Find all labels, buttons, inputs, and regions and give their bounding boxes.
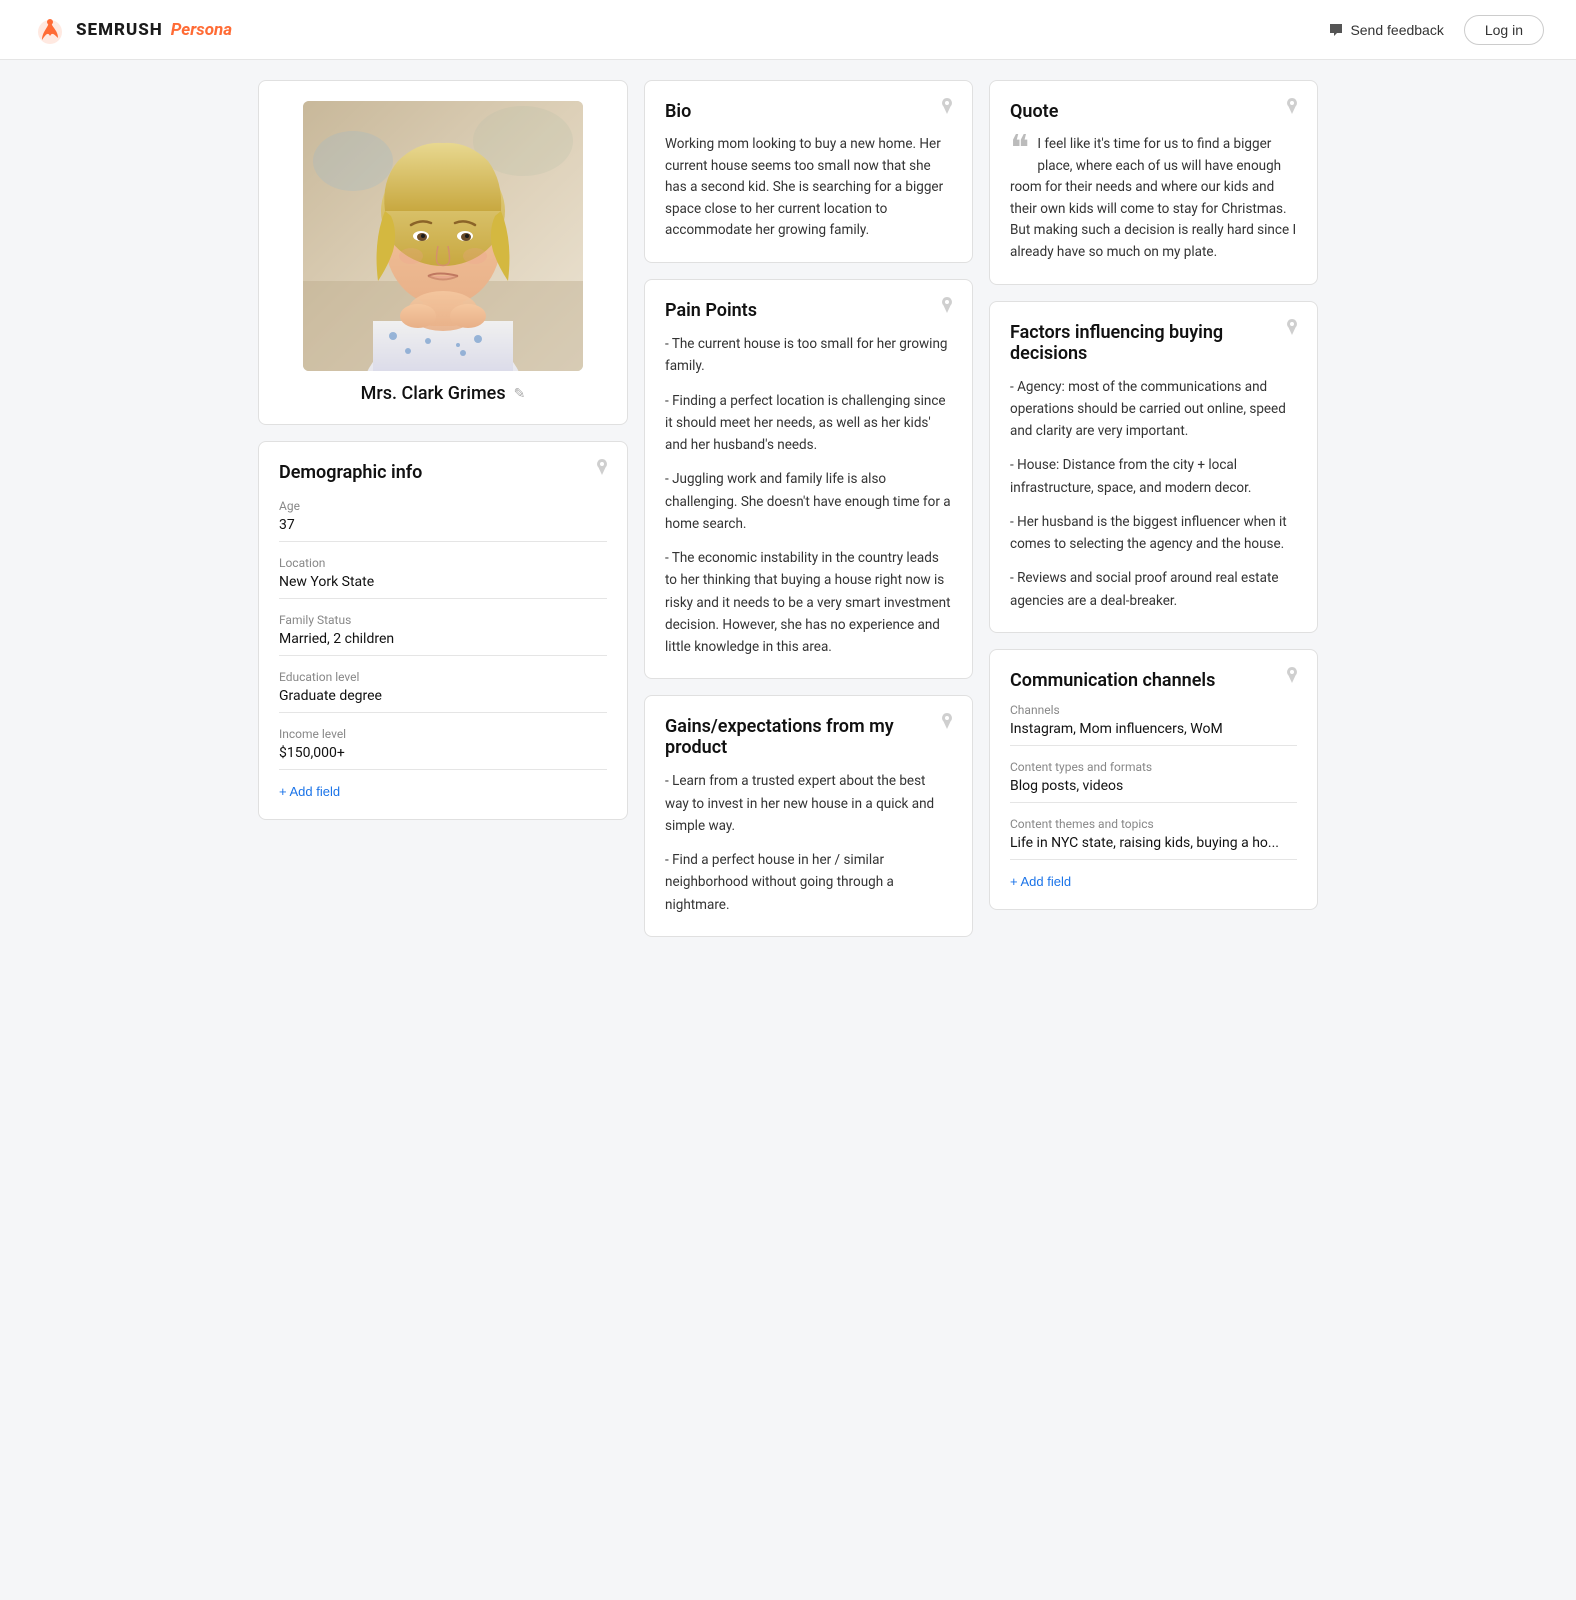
education-label: Education level [279,670,607,684]
factor-1: - Agency: most of the communications and… [1010,376,1297,443]
middle-column: Bio Working mom looking to buy a new hom… [644,80,973,937]
location-label: Location [279,556,607,570]
age-value: 37 [279,517,607,542]
demographic-field-family: Family Status Married, 2 children [279,613,607,656]
family-value: Married, 2 children [279,631,607,656]
channel-field-channels: Channels Instagram, Mom influencers, WoM [1010,703,1297,746]
income-value: $150,000+ [279,745,607,770]
pain-points-text: - The current house is too small for her… [665,333,952,658]
add-field-label: + Add field [279,784,340,799]
factor-3: - Her husband is the biggest influencer … [1010,511,1297,556]
channels-title: Communication channels [1010,670,1297,691]
profile-card: Mrs. Clark Grimes ✎ [258,80,628,425]
channels-add-field-label: + Add field [1010,874,1071,889]
content-themes-label: Content themes and topics [1010,817,1297,831]
chat-icon [1328,22,1344,38]
profile-name-row: Mrs. Clark Grimes ✎ [279,383,607,404]
channel-field-content-types: Content types and formats Blog posts, vi… [1010,760,1297,803]
pain-point-4: - The economic instability in the countr… [665,547,952,658]
send-feedback-button[interactable]: Send feedback [1328,22,1443,38]
quote-mark: ❝ [1010,130,1029,166]
edit-icon[interactable]: ✎ [514,386,526,402]
gain-2: - Find a perfect house in her / similar … [665,849,952,916]
bio-card: Bio Working mom looking to buy a new hom… [644,80,973,263]
bio-pin-icon [938,97,956,115]
demographic-field-location: Location New York State [279,556,607,599]
gains-text: - Learn from a trusted expert about the … [665,770,952,916]
pin-icon [593,458,611,476]
right-column: Quote ❝ I feel like it's time for us to … [989,80,1318,937]
login-button[interactable]: Log in [1464,15,1544,45]
quote-pin-icon [1283,97,1301,115]
factors-card: Factors influencing buying decisions - A… [989,301,1318,633]
header-right: Send feedback Log in [1328,15,1544,45]
demographic-field-education: Education level Graduate degree [279,670,607,713]
logo-brand-text: SEMRUSH [76,20,163,40]
header: SEMRUSH Persona Send feedback Log in [0,0,1576,60]
left-column: Mrs. Clark Grimes ✎ Demographic info Age… [258,80,628,937]
bio-text: Working mom looking to buy a new home. H… [665,134,952,242]
factors-text: - Agency: most of the communications and… [1010,376,1297,612]
logo: SEMRUSH Persona [32,12,232,48]
channels-pin-icon [1283,666,1301,684]
gain-1: - Learn from a trusted expert about the … [665,770,952,837]
profile-photo [303,101,583,371]
channels-label: Channels [1010,703,1297,717]
demographic-card: Demographic info Age 37 Location New Yor… [258,441,628,820]
bio-title: Bio [665,101,952,122]
demographic-field-income: Income level $150,000+ [279,727,607,770]
demographic-field-age: Age 37 [279,499,607,542]
gains-title: Gains/expectations from my product [665,716,952,758]
pain-point-1: - The current house is too small for her… [665,333,952,378]
gains-card: Gains/expectations from my product - Lea… [644,695,973,937]
channels-card: Communication channels Channels Instagra… [989,649,1318,910]
factor-2: - House: Distance from the city + local … [1010,454,1297,499]
demographic-title: Demographic info [279,462,607,483]
pain-points-card: Pain Points - The current house is too s… [644,279,973,679]
content-types-value: Blog posts, videos [1010,778,1297,803]
income-label: Income level [279,727,607,741]
education-value: Graduate degree [279,688,607,713]
content-themes-value: Life in NYC state, raising kids, buying … [1010,835,1297,860]
channel-field-content-themes: Content themes and topics Life in NYC st… [1010,817,1297,860]
pain-point-2: - Finding a perfect location is challeng… [665,390,952,457]
location-value: New York State [279,574,607,599]
feedback-label: Send feedback [1350,22,1443,38]
content-types-label: Content types and formats [1010,760,1297,774]
quote-card: Quote ❝ I feel like it's time for us to … [989,80,1318,285]
factors-title: Factors influencing buying decisions [1010,322,1297,364]
factors-pin-icon [1283,318,1301,336]
pain-points-title: Pain Points [665,300,952,321]
semrush-logo-icon [32,12,68,48]
age-label: Age [279,499,607,513]
channels-add-field-button[interactable]: + Add field [1010,874,1071,889]
gains-pin-icon [938,712,956,730]
family-label: Family Status [279,613,607,627]
logo-persona-text: Persona [171,20,232,40]
main-grid: Mrs. Clark Grimes ✎ Demographic info Age… [238,60,1338,957]
pain-point-3: - Juggling work and family life is also … [665,468,952,535]
profile-name: Mrs. Clark Grimes [361,383,506,404]
pain-points-pin-icon [938,296,956,314]
channels-value: Instagram, Mom influencers, WoM [1010,721,1297,746]
demographic-add-field-button[interactable]: + Add field [279,784,340,799]
quote-title: Quote [1010,101,1297,122]
quote-body: I feel like it's time for us to find a b… [1010,136,1296,260]
factor-4: - Reviews and social proof around real e… [1010,567,1297,612]
quote-text: ❝ I feel like it's time for us to find a… [1010,134,1297,264]
profile-portrait [303,101,583,371]
